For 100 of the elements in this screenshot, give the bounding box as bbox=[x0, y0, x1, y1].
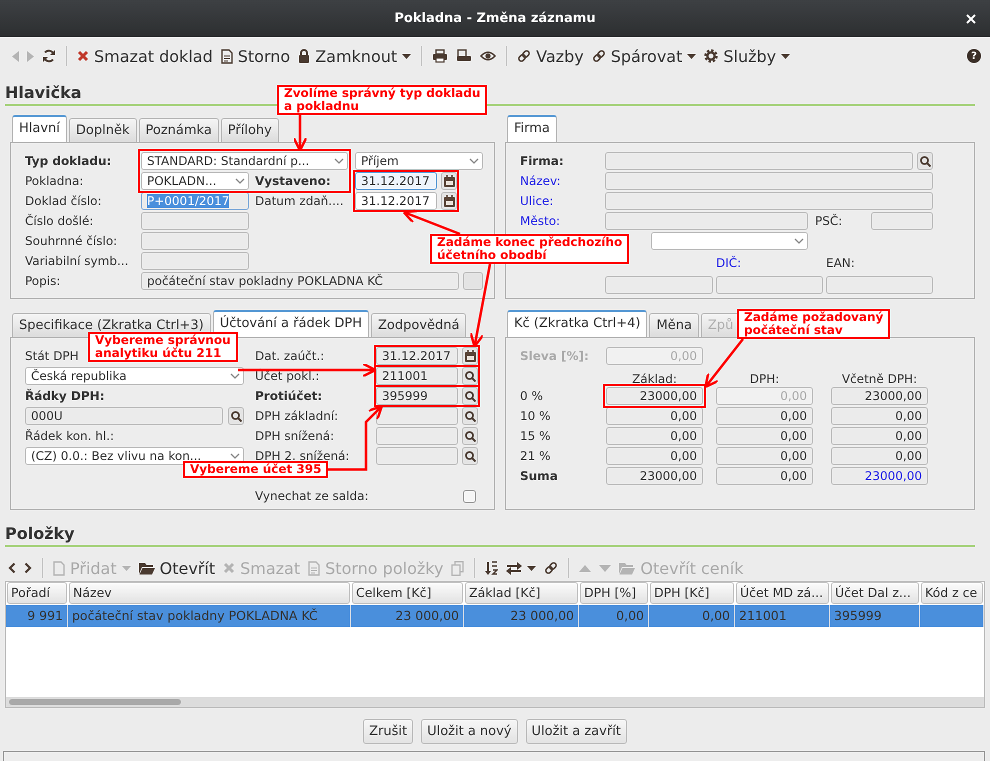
field-label: Firma: bbox=[520, 154, 564, 168]
country-select[interactable] bbox=[651, 232, 808, 250]
number-field[interactable]: 0,00 bbox=[831, 427, 928, 445]
open-button[interactable]: Otevřít bbox=[134, 556, 220, 580]
lock-button[interactable]: Zamknout bbox=[294, 44, 416, 68]
calendar-button[interactable] bbox=[462, 347, 478, 365]
field-button[interactable] bbox=[463, 272, 483, 290]
text-field[interactable] bbox=[605, 192, 933, 210]
cancel-button[interactable]: Storno bbox=[216, 44, 294, 68]
field-label: Číslo došlé: bbox=[25, 214, 94, 228]
table-row[interactable]: 9 991 počáteční stav pokladny POKLADNA KČ 23 000,00 23 000,00 0,00 0,00 211001 395999 bbox=[6, 605, 984, 627]
column-header[interactable]: Pořadí bbox=[7, 582, 67, 604]
column-header[interactable]: DPH [Kč] bbox=[650, 582, 734, 604]
column-header[interactable]: DPH [%] bbox=[580, 582, 648, 604]
tab[interactable]: Měna bbox=[649, 313, 699, 337]
eye-icon bbox=[480, 51, 496, 61]
date-field[interactable]: 31.12.2017 bbox=[355, 172, 437, 190]
search-icon bbox=[464, 370, 476, 382]
triangle-right-icon bbox=[27, 50, 34, 62]
search-button[interactable] bbox=[462, 367, 478, 385]
column-header[interactable]: Základ [Kč] bbox=[465, 582, 578, 604]
number-field[interactable]: 0,00 bbox=[716, 407, 813, 425]
text-field[interactable] bbox=[605, 276, 713, 294]
date-field[interactable]: 31.12.2017 bbox=[355, 192, 437, 210]
search-icon bbox=[230, 410, 242, 422]
calendar-button[interactable] bbox=[441, 172, 457, 190]
text-field[interactable] bbox=[826, 276, 933, 294]
column-header[interactable]: Celkem [Kč] bbox=[352, 582, 463, 604]
search-button[interactable] bbox=[917, 152, 933, 170]
date-field[interactable]: 31.12.2017 bbox=[376, 347, 458, 365]
scrollbar-thumb[interactable] bbox=[9, 699, 181, 705]
dialog-button[interactable]: Uložit a zavřít bbox=[526, 719, 627, 744]
dialog-button[interactable]: Zrušit bbox=[363, 719, 414, 744]
services-button[interactable]: Služby bbox=[700, 44, 794, 68]
number-field[interactable]: 23000,00 bbox=[606, 387, 703, 405]
dialog-button[interactable]: Uložit a nový bbox=[421, 719, 518, 744]
text-field[interactable] bbox=[605, 212, 808, 230]
checkbox[interactable] bbox=[463, 490, 476, 502]
text-field[interactable]: 211001 bbox=[376, 367, 458, 385]
pair-button[interactable]: Spárovat bbox=[588, 44, 700, 68]
number-field[interactable]: 0,00 bbox=[606, 447, 703, 465]
text-field[interactable]: 395999 bbox=[376, 387, 458, 405]
search-button[interactable] bbox=[228, 407, 244, 425]
delete-button[interactable]: Smazat doklad bbox=[73, 44, 217, 68]
tab[interactable]: Kč (Zkratka Ctrl+4) bbox=[507, 310, 648, 337]
close-icon[interactable] bbox=[966, 14, 976, 24]
number-field[interactable]: 0,00 bbox=[606, 427, 703, 445]
field-label: Popis: bbox=[25, 274, 60, 288]
search-button[interactable] bbox=[462, 387, 478, 405]
chevron-down-icon bbox=[334, 158, 344, 164]
tab[interactable]: Hlavní bbox=[12, 115, 67, 142]
search-button[interactable] bbox=[462, 427, 478, 445]
tab[interactable]: Poznámka bbox=[138, 118, 219, 142]
column-header[interactable]: Název bbox=[69, 582, 350, 604]
tab[interactable]: Firma bbox=[507, 115, 557, 142]
tab[interactable]: Zodpovědná bbox=[371, 313, 466, 337]
number-field[interactable]: 0,00 bbox=[606, 407, 703, 425]
direction-select[interactable]: Příjem bbox=[355, 152, 483, 170]
help-button[interactable]: ? bbox=[967, 49, 981, 63]
text-field[interactable]: 000U bbox=[25, 407, 223, 425]
text-field[interactable] bbox=[871, 212, 933, 230]
search-button[interactable] bbox=[462, 447, 478, 465]
document-type-select[interactable]: STANDARD: Standardní p... bbox=[141, 152, 348, 170]
field-label: Dat. zaúčt.: bbox=[255, 349, 324, 363]
text-field[interactable] bbox=[605, 152, 913, 170]
number-field[interactable]: 0,00 bbox=[716, 447, 813, 465]
column-header[interactable]: Kód z ce bbox=[921, 582, 983, 604]
select-field[interactable]: (CZ) 0.0.: Bez vlivu na kon... bbox=[25, 447, 244, 465]
text-field[interactable] bbox=[376, 447, 458, 465]
text-field[interactable] bbox=[141, 252, 249, 270]
text-field[interactable] bbox=[141, 232, 249, 250]
cash-desk-select[interactable]: POKLADN... bbox=[141, 172, 249, 190]
text-field[interactable] bbox=[605, 172, 933, 190]
copy-icon bbox=[451, 560, 464, 576]
text-field[interactable] bbox=[376, 407, 458, 425]
field-label: DPH základní: bbox=[255, 409, 338, 423]
select-field[interactable]: Česká republika bbox=[25, 367, 244, 385]
calendar-button[interactable] bbox=[441, 192, 457, 210]
text-field[interactable] bbox=[376, 427, 458, 445]
number-field[interactable]: 23000,00 bbox=[831, 387, 928, 405]
column-header[interactable]: Účet Dal z... bbox=[831, 582, 919, 604]
printer-icon bbox=[432, 49, 448, 63]
number-field[interactable]: 0,00 bbox=[831, 447, 928, 465]
number-field[interactable]: 0,00 bbox=[716, 467, 813, 485]
column-header[interactable]: Účet MD zá... bbox=[736, 582, 829, 604]
tab[interactable]: Účtování a řádek DPH bbox=[212, 310, 369, 337]
number-field[interactable]: 0,00 bbox=[831, 407, 928, 425]
text-field[interactable]: počáteční stav pokladny POKLADNA KČ bbox=[141, 272, 459, 290]
tab[interactable]: Přílohy bbox=[220, 118, 279, 142]
field-label: Vystaveno: bbox=[255, 174, 331, 188]
text-field[interactable] bbox=[716, 276, 823, 294]
number-field[interactable]: 0,00 bbox=[716, 427, 813, 445]
number-field[interactable]: 23000,00 bbox=[831, 467, 928, 485]
text-field[interactable] bbox=[141, 212, 249, 230]
search-button[interactable] bbox=[462, 407, 478, 425]
field-label: 0 % bbox=[520, 389, 543, 403]
number-field[interactable]: 23000,00 bbox=[606, 467, 703, 485]
links-button[interactable]: Vazby bbox=[513, 44, 588, 68]
tab[interactable]: Doplněk bbox=[68, 118, 136, 142]
document-icon bbox=[53, 560, 65, 576]
